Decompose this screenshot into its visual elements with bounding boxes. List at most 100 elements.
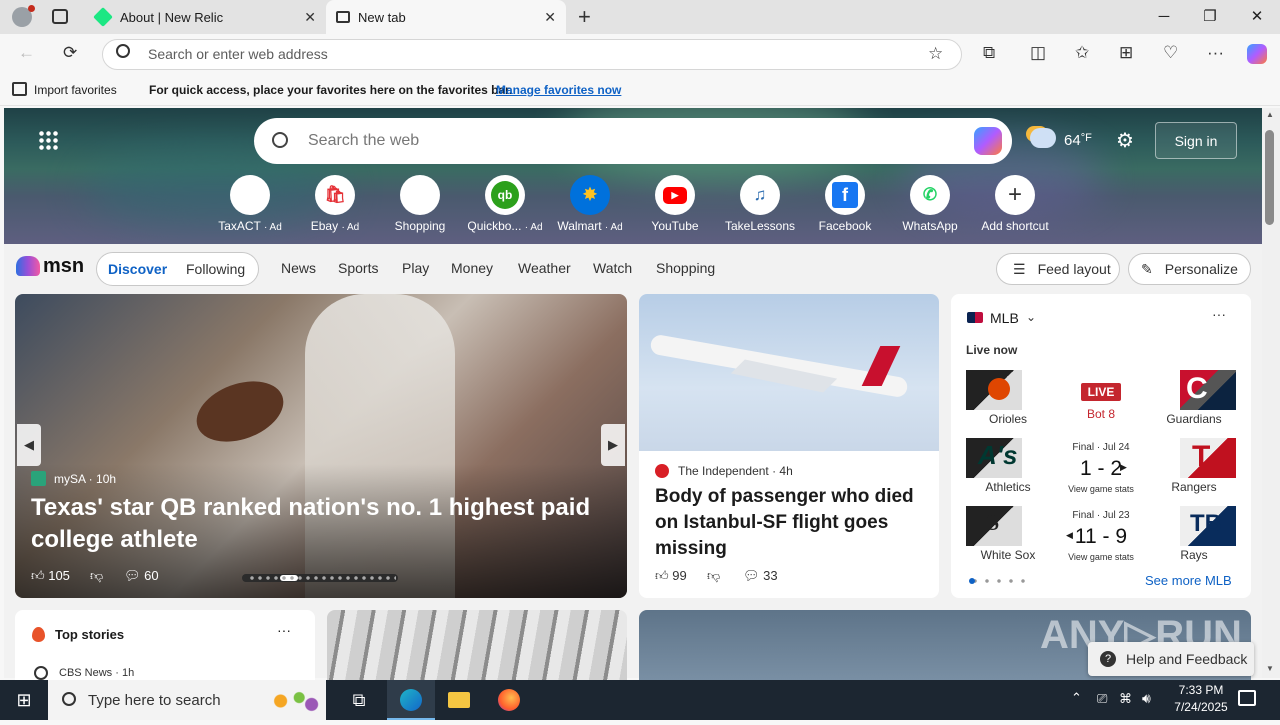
shortcut-youtube[interactable]: ▶ YouTube (635, 175, 715, 233)
comment-icon: 💬︎ (124, 568, 141, 583)
carousel-prev-button[interactable]: ◀ (17, 424, 41, 466)
copilot-icon[interactable] (1247, 44, 1267, 64)
close-tab-icon[interactable]: ✕ (544, 9, 556, 26)
view-game-stats-link[interactable]: View game stats (1056, 552, 1146, 562)
taskbar-search-input[interactable]: Type here to search (88, 692, 221, 709)
edge-taskbar-icon[interactable] (387, 680, 435, 720)
tray-wifi-icon[interactable]: ⌘ (1119, 691, 1132, 707)
top-stories-more-icon[interactable]: ··· (277, 622, 291, 638)
shortcut-label: TakeLessons (724, 219, 796, 233)
help-feedback-button[interactable]: ? Help and Feedback (1088, 642, 1254, 676)
msn-logo-icon[interactable] (16, 256, 40, 276)
start-windows-icon[interactable]: ⊞ (0, 680, 48, 720)
carousel-dots[interactable] (242, 574, 398, 582)
firefox-icon[interactable] (485, 680, 533, 720)
nav-news[interactable]: News (281, 260, 316, 276)
tab-actions-icon[interactable] (52, 9, 68, 24)
shortcut-whatsapp[interactable]: ✆ WhatsApp (890, 175, 970, 233)
nav-watch[interactable]: Watch (593, 260, 632, 276)
tab-discover[interactable]: Discover (108, 261, 167, 277)
plane-comment-button[interactable]: 💬︎ 33 (743, 568, 778, 584)
settings-gear-icon[interactable]: ⚙ (1116, 128, 1134, 153)
plane-dislike-icon[interactable]: 👎︎ (707, 568, 720, 584)
scrollbar-thumb[interactable] (1265, 130, 1274, 225)
hero-like-button[interactable]: 👍︎ 105 (31, 568, 70, 584)
clock-date[interactable]: 7/24/2025 (1166, 700, 1236, 714)
tab-new-tab[interactable]: New tab ✕ (326, 0, 566, 34)
mlb-title[interactable]: MLB (990, 310, 1019, 326)
shortcut-facebook[interactable]: f Facebook (805, 175, 885, 233)
game-athletics-rangers[interactable]: A's T Athletics Final · Jul 24 1 - 2 ▶ V… (966, 438, 1236, 494)
hero-dislike-icon[interactable]: 👎︎ (90, 568, 103, 584)
add-shortcut[interactable]: + Add shortcut (975, 175, 1055, 233)
import-favorites-button[interactable]: Import favorites (34, 83, 117, 97)
ad-label: · Ad (264, 222, 282, 233)
weather-icon[interactable] (1030, 128, 1056, 148)
mlb-dropdown-icon[interactable]: ⌄ (1026, 310, 1036, 324)
scroll-down-arrow[interactable]: ▼ (1266, 664, 1274, 673)
file-explorer-icon[interactable] (435, 680, 483, 720)
hero-comment-button[interactable]: 💬︎ 60 (124, 568, 159, 584)
nav-shopping[interactable]: Shopping (656, 260, 715, 276)
shortcut-takelessons[interactable]: ♫ TakeLessons (720, 175, 800, 233)
new-tab-button[interactable]: + (578, 4, 591, 30)
scroll-up-arrow[interactable]: ▲ (1266, 110, 1274, 119)
extensions-icon[interactable]: ⧉ (983, 43, 995, 63)
game-orioles-guardians[interactable]: C Orioles LIVE Bot 8 Guardians (966, 370, 1236, 426)
shortcut-ebay[interactable]: 🛍 Ebay · Ad (295, 175, 375, 233)
plane-headline[interactable]: Body of passenger who died on Istanbul-S… (655, 484, 925, 562)
view-game-stats-link[interactable]: View game stats (1056, 484, 1146, 494)
favorites-icon[interactable]: ✩ (1075, 43, 1089, 63)
takelessons-icon: ♫ (740, 175, 780, 215)
shortcut-walmart[interactable]: ✸ Walmart · Ad (550, 175, 630, 233)
close-tab-icon[interactable]: ✕ (304, 9, 316, 26)
tab-new-relic[interactable]: About | New Relic ✕ (86, 0, 326, 34)
nav-sports[interactable]: Sports (338, 260, 378, 276)
shortcut-taxact[interactable]: ✕ TaxACT · Ad (210, 175, 290, 233)
nav-weather[interactable]: Weather (518, 260, 571, 276)
nav-play[interactable]: Play (402, 260, 429, 276)
game-whitesox-rays[interactable]: S TB White Sox Final · Jul 23 ◀ 11 - 9 V… (966, 506, 1236, 562)
personalize-button[interactable]: ✎ Personalize (1128, 253, 1251, 285)
help-icon: ? (1100, 651, 1116, 667)
carousel-next-button[interactable]: ▶ (601, 424, 625, 466)
tray-network-icon[interactable]: ⎚ (1097, 691, 1107, 707)
close-window-button[interactable]: ✕ (1234, 0, 1280, 34)
collections-icon[interactable]: ⊞ (1119, 43, 1133, 63)
notifications-icon[interactable] (1238, 690, 1256, 706)
top-stories-title[interactable]: Top stories (55, 627, 124, 642)
plane-like-button[interactable]: 👍︎ 99 (655, 568, 687, 584)
stadium-story-card[interactable] (327, 610, 627, 690)
weather-temp[interactable]: 64°F (1064, 132, 1092, 149)
mlb-more-icon[interactable]: ··· (1212, 306, 1226, 322)
hero-headline[interactable]: Texas' star QB ranked nation's no. 1 hig… (31, 492, 591, 556)
split-screen-icon[interactable]: ◫ (1030, 43, 1046, 63)
sign-in-button[interactable]: Sign in (1155, 122, 1237, 159)
clock-time[interactable]: 7:33 PM (1170, 683, 1232, 697)
tray-volume-icon[interactable]: 🔊︎ (1142, 690, 1151, 707)
tulips-decoration (262, 684, 324, 718)
see-more-mlb-link[interactable]: See more MLB (1145, 573, 1232, 588)
web-search-input[interactable]: Search the web (308, 132, 419, 150)
tab-following[interactable]: Following (186, 261, 245, 277)
feed-layout-button[interactable]: ☰ Feed layout (996, 253, 1120, 285)
apps-launcher-icon[interactable] (38, 130, 58, 150)
refresh-icon[interactable]: ⟳ (63, 43, 77, 63)
source-name: mySA (54, 472, 86, 486)
tray-chevron-icon[interactable]: ⌃ (1071, 690, 1082, 706)
restore-button[interactable]: ❐ (1187, 0, 1233, 34)
shortcut-quickbooks[interactable]: qb Quickbo... · Ad (465, 175, 545, 233)
mlb-page-dots[interactable] (969, 578, 1029, 584)
performance-icon[interactable]: ♡ (1163, 43, 1178, 63)
minimize-button[interactable]: ─ (1141, 0, 1187, 34)
shortcut-shopping[interactable]: 🏷 Shopping (380, 175, 460, 233)
more-menu-icon[interactable]: ··· (1207, 43, 1224, 63)
address-input[interactable]: Search or enter web address (148, 46, 328, 62)
task-view-icon[interactable]: ⧉ (335, 680, 383, 720)
copilot-search-icon[interactable] (974, 127, 1002, 155)
msn-logo-text[interactable]: msn (43, 255, 84, 278)
back-icon[interactable]: ← (18, 43, 35, 63)
manage-favorites-link[interactable]: Manage favorites now (496, 83, 621, 97)
nav-money[interactable]: Money (451, 260, 493, 276)
favorite-star-icon[interactable]: ☆ (928, 44, 943, 64)
